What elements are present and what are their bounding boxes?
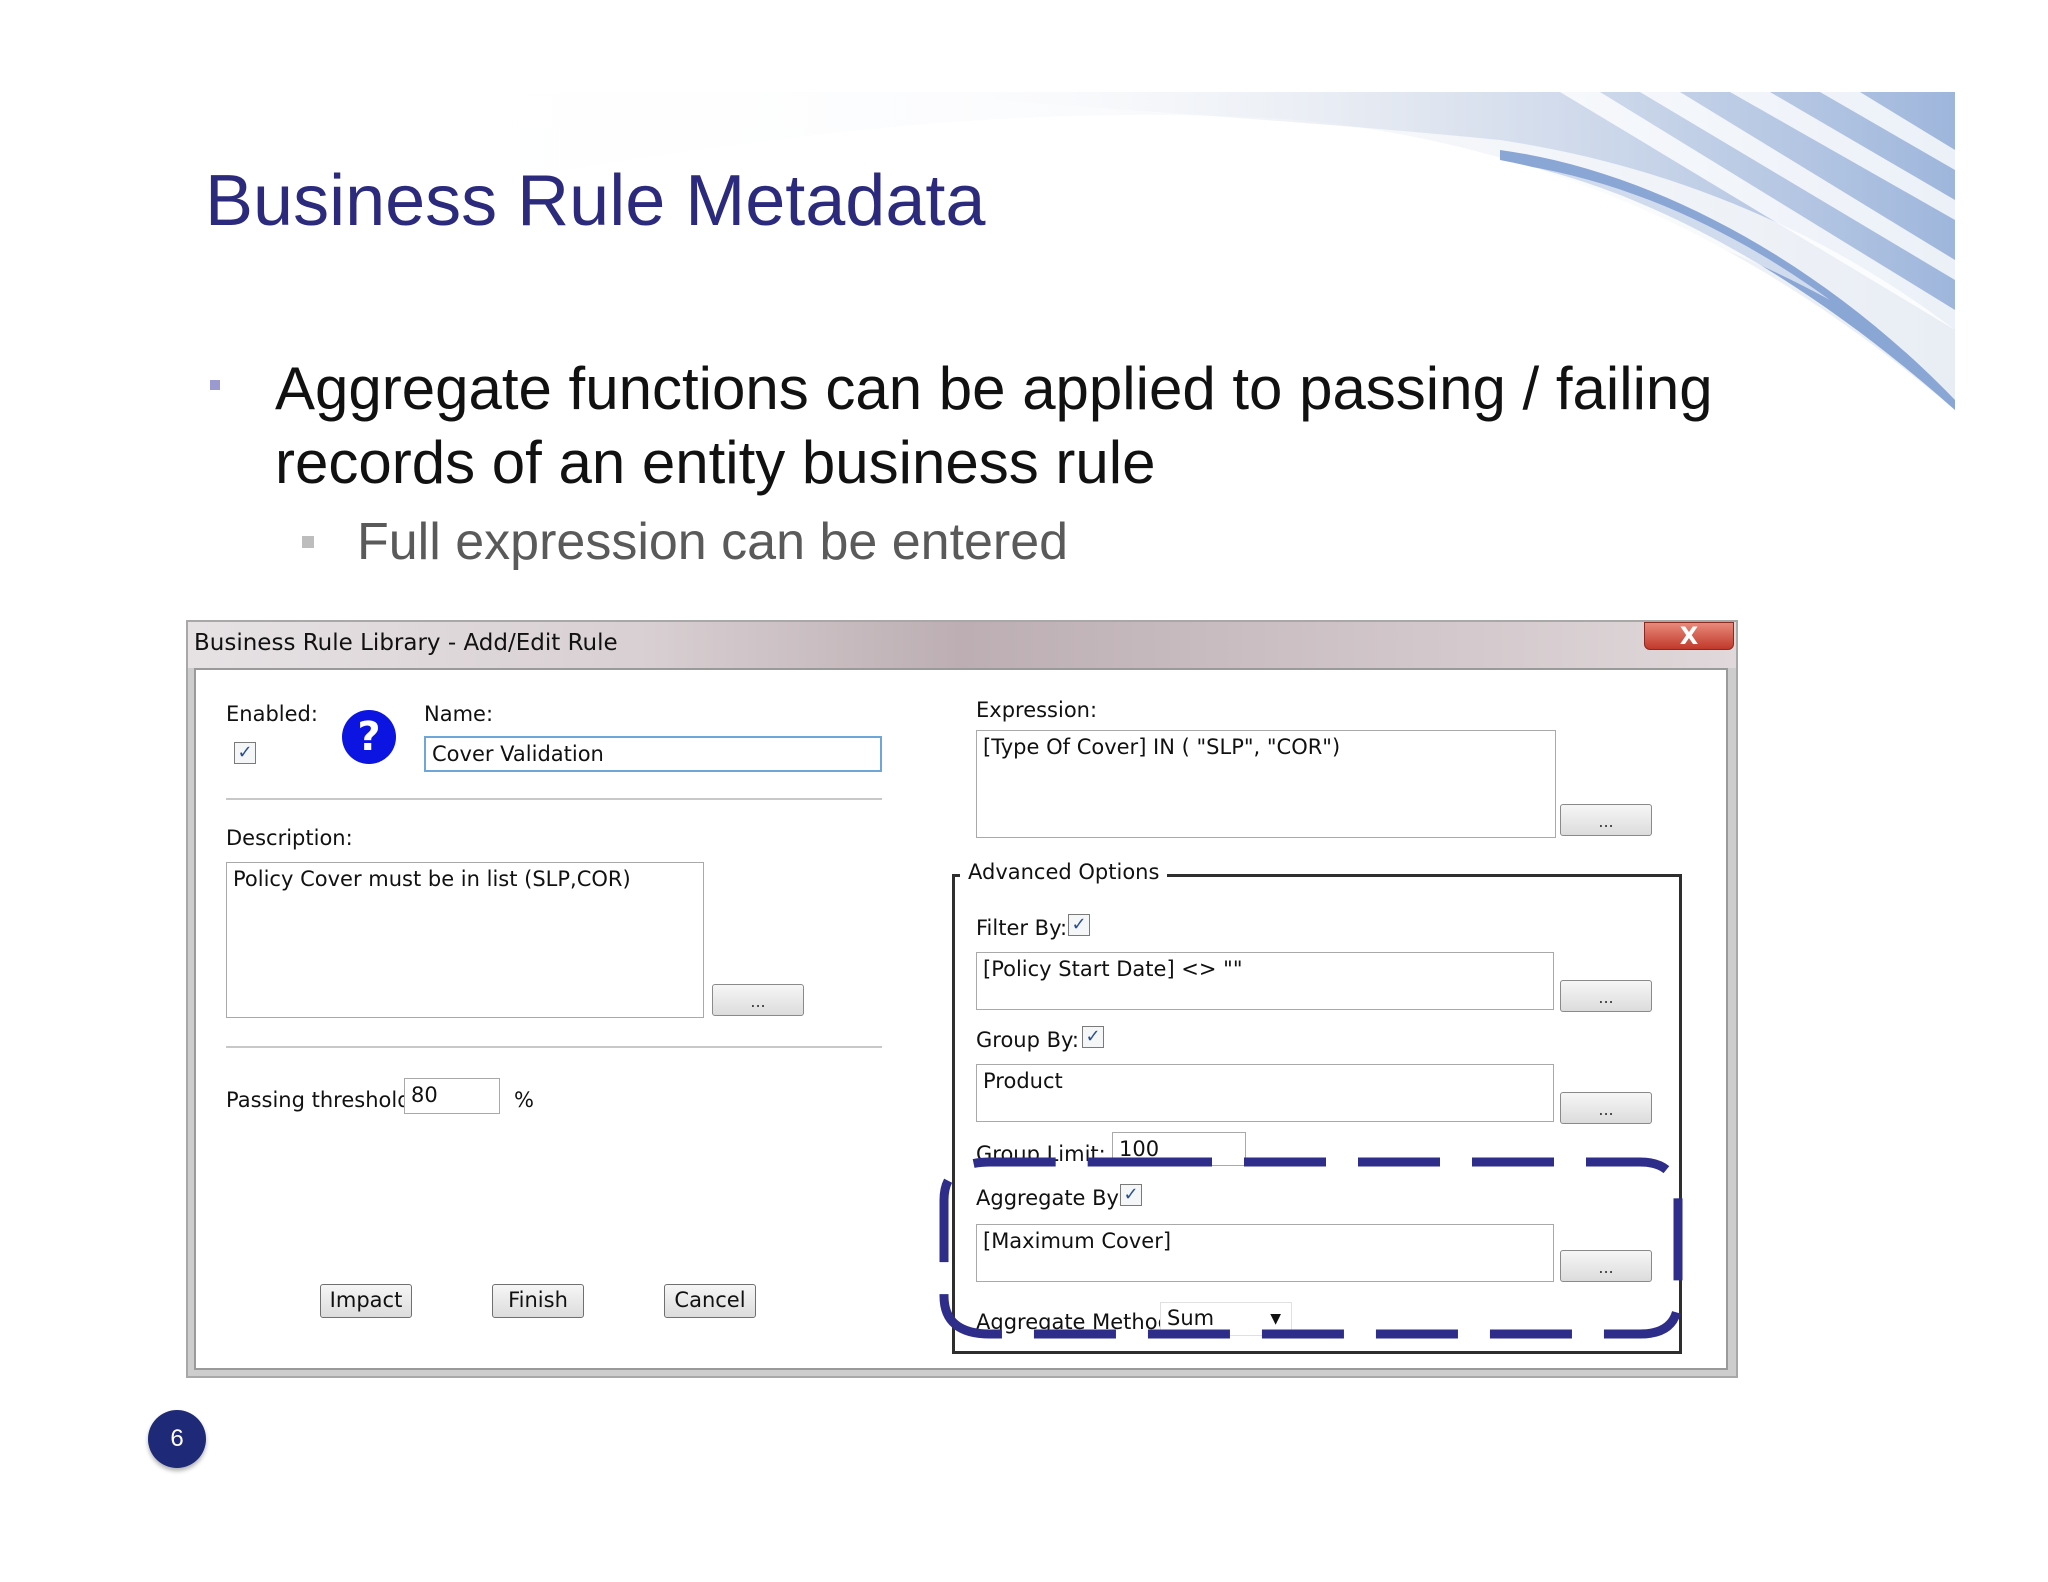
group-by-checkbox[interactable]: ✓ <box>1082 1026 1104 1048</box>
passing-threshold-label: Passing threshold: <box>226 1088 418 1112</box>
aggregate-method-select[interactable]: Sum ▼ <box>1160 1302 1292 1336</box>
group-by-ellipsis-button[interactable]: ... <box>1560 1092 1652 1124</box>
separator <box>226 798 882 800</box>
aggregate-by-ellipsis-button[interactable]: ... <box>1560 1250 1652 1282</box>
filter-by-ellipsis-button[interactable]: ... <box>1560 980 1652 1012</box>
dialog-titlebar[interactable]: Business Rule Library - Add/Edit Rule X <box>188 622 1736 668</box>
filter-by-checkbox[interactable]: ✓ <box>1068 914 1090 936</box>
aggregate-method-value: Sum <box>1167 1306 1215 1330</box>
sub-bullet-marker <box>302 536 314 548</box>
dialog-title: Business Rule Library - Add/Edit Rule <box>194 630 618 656</box>
rule-editor-dialog: Business Rule Library - Add/Edit Rule X … <box>186 620 1738 1378</box>
advanced-options-legend: Advanced Options <box>960 860 1168 884</box>
separator <box>226 1046 882 1048</box>
description-ellipsis-button[interactable]: ... <box>712 984 804 1016</box>
bullet-marker <box>210 380 220 390</box>
page-number-badge: 6 <box>148 1410 206 1468</box>
name-input[interactable]: Cover Validation <box>424 736 882 772</box>
passing-threshold-input[interactable]: 80 <box>404 1078 500 1114</box>
slide-title: Business Rule Metadata <box>205 161 986 241</box>
help-icon[interactable]: ? <box>342 710 396 764</box>
group-limit-label: Group Limit: <box>976 1142 1106 1166</box>
aggregate-method-label: Aggregate Method: <box>976 1310 1178 1334</box>
enabled-label: Enabled: <box>226 702 318 726</box>
bullet-text-aggregate: Aggregate functions can be applied to pa… <box>275 355 1713 496</box>
filter-by-label: Filter By: <box>976 916 1068 940</box>
dialog-client-area: Enabled: ✓ ? Name: Cover Validation Desc… <box>194 668 1728 1370</box>
description-textarea[interactable]: Policy Cover must be in list (SLP,COR) <box>226 862 704 1018</box>
finish-button[interactable]: Finish <box>492 1284 584 1318</box>
expression-label: Expression: <box>976 698 1098 722</box>
expression-ellipsis-button[interactable]: ... <box>1560 804 1652 836</box>
group-by-label: Group By: <box>976 1028 1079 1052</box>
impact-button[interactable]: Impact <box>320 1284 412 1318</box>
aggregate-by-input[interactable]: [Maximum Cover] <box>976 1224 1554 1282</box>
enabled-checkbox[interactable]: ✓ <box>234 742 256 764</box>
group-limit-input[interactable]: 100 <box>1112 1132 1246 1166</box>
name-label: Name: <box>424 702 494 726</box>
percent-label: % <box>514 1088 534 1112</box>
description-label: Description: <box>226 826 353 850</box>
aggregate-by-label: Aggregate By: <box>976 1186 1125 1210</box>
cancel-button[interactable]: Cancel <box>664 1284 756 1318</box>
expression-textarea[interactable]: [Type Of Cover] IN ( "SLP", "COR") <box>976 730 1556 838</box>
group-by-input[interactable]: Product <box>976 1064 1554 1122</box>
aggregate-by-checkbox[interactable]: ✓ <box>1120 1184 1142 1206</box>
sub-bullet-text-expression: Full expression can be entered <box>357 513 1069 571</box>
filter-by-input[interactable]: [Policy Start Date] <> "" <box>976 952 1554 1010</box>
chevron-down-icon: ▼ <box>1270 1311 1281 1327</box>
close-button[interactable]: X <box>1644 622 1734 650</box>
